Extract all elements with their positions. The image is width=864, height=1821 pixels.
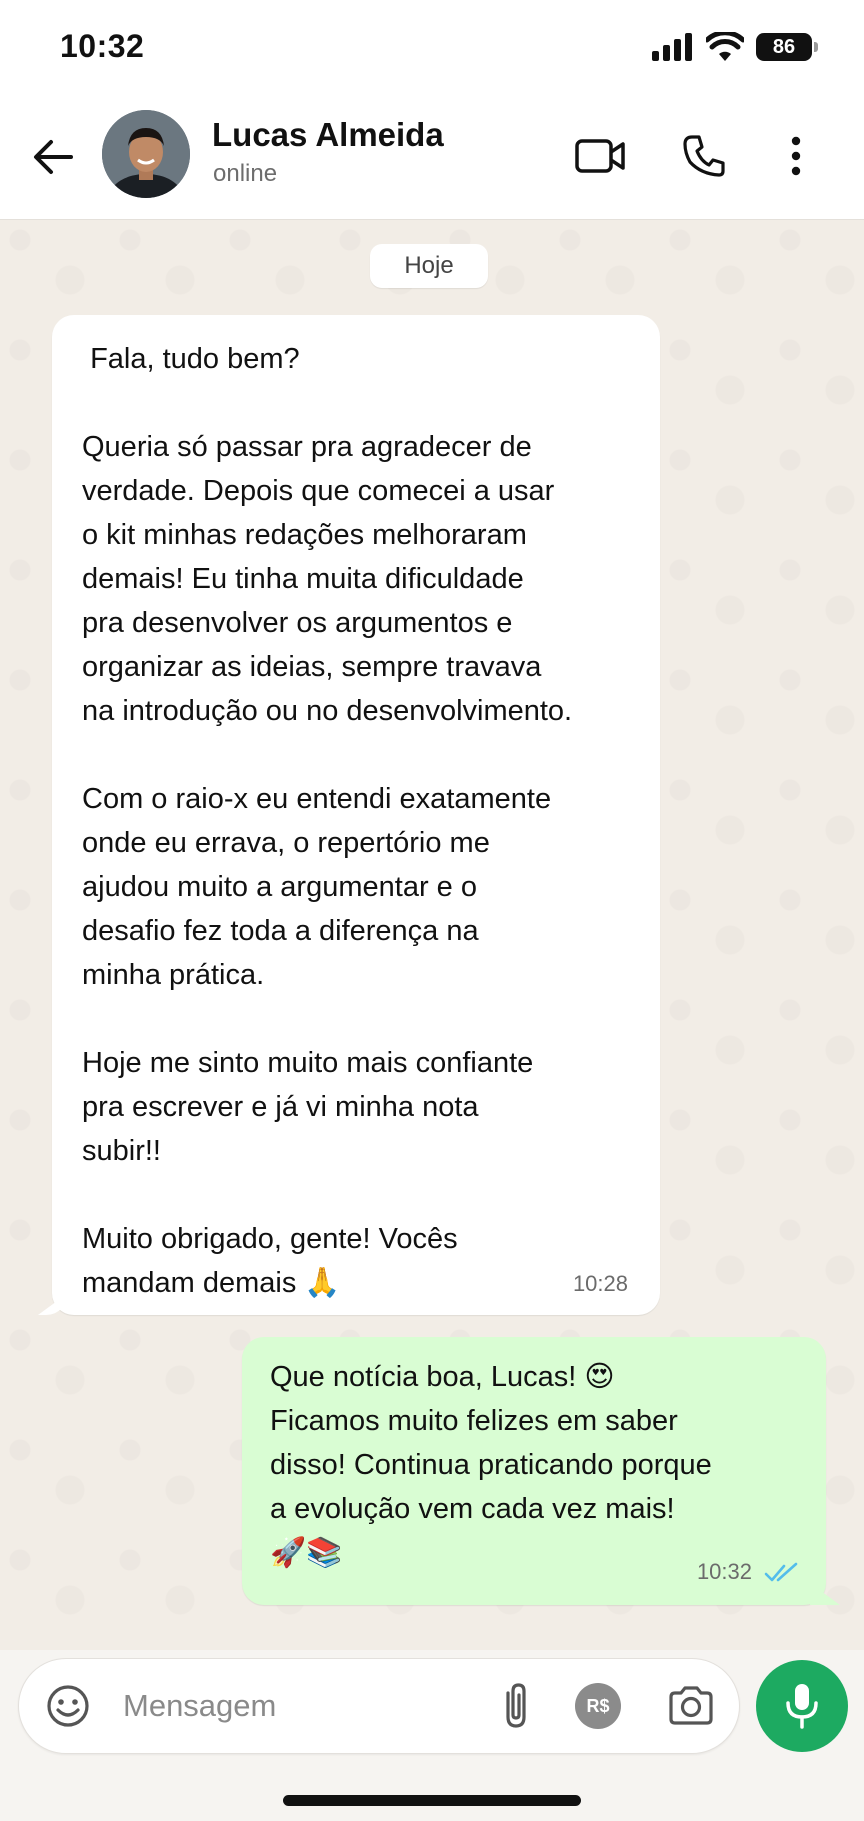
composer-bar: R$	[0, 1650, 864, 1821]
double-check-read-icon	[764, 1562, 798, 1582]
chat-area[interactable]: Hoje Fala, tudo bem? Queria só passar pr…	[0, 220, 864, 1650]
payment-button[interactable]: R$	[575, 1683, 621, 1729]
avatar-image	[102, 110, 190, 198]
phone-icon	[683, 135, 725, 177]
wifi-icon	[706, 32, 744, 61]
chat-header: Lucas Almeida online	[0, 98, 864, 220]
smiley-icon	[47, 1685, 89, 1727]
arrow-left-icon	[34, 140, 73, 174]
more-options-button[interactable]	[768, 128, 824, 184]
back-button[interactable]	[28, 132, 78, 182]
paperclip-icon	[506, 1683, 526, 1728]
outgoing-message-text: Que notícia boa, Lucas! 😍 Ficamos muito …	[270, 1361, 712, 1569]
video-camera-icon	[575, 139, 625, 173]
status-icons: 86	[652, 30, 818, 64]
incoming-message-text: Fala, tudo bem? Queria só passar pra agr…	[82, 343, 573, 1299]
microphone-icon	[786, 1684, 818, 1729]
battery-icon: 86	[756, 33, 818, 61]
message-input[interactable]	[123, 1681, 483, 1731]
incoming-message-bubble[interactable]: Fala, tudo bem? Queria só passar pra agr…	[52, 315, 660, 1315]
contact-name[interactable]: Lucas Almeida	[212, 116, 444, 154]
incoming-message-time: 10:28	[572, 1271, 628, 1296]
home-indicator[interactable]	[283, 1795, 581, 1806]
outgoing-message-bubble[interactable]: Que notícia boa, Lucas! 😍 Ficamos muito …	[242, 1337, 826, 1605]
attach-button[interactable]	[493, 1681, 539, 1731]
status-bar: 10:32 86	[0, 0, 864, 98]
outgoing-message-time: 10:32	[696, 1559, 752, 1584]
message-box: R$	[18, 1658, 740, 1754]
contact-status: online	[213, 160, 278, 187]
voice-message-button[interactable]	[756, 1660, 848, 1752]
emoji-button[interactable]	[45, 1683, 91, 1729]
status-time: 10:32	[60, 28, 145, 64]
camera-icon	[669, 1686, 713, 1725]
voice-call-button[interactable]	[676, 128, 732, 184]
video-call-button[interactable]	[572, 128, 628, 184]
cellular-signal-icon	[652, 33, 692, 61]
date-chip: Hoje	[370, 244, 488, 288]
more-vertical-icon	[791, 136, 801, 176]
camera-button[interactable]	[667, 1683, 715, 1729]
contact-avatar[interactable]	[102, 110, 190, 198]
